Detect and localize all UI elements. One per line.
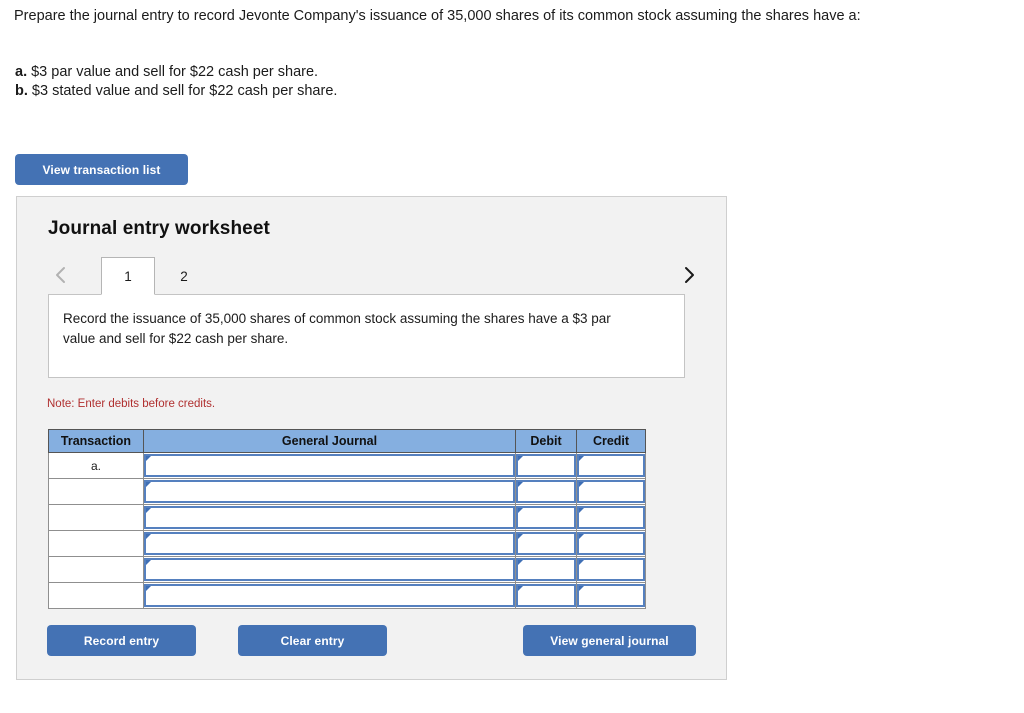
general-journal-input[interactable] [144, 506, 515, 529]
general-journal-input[interactable] [144, 532, 515, 555]
column-header-general-journal: General Journal [143, 429, 516, 453]
cell-general-journal[interactable] [143, 452, 516, 479]
credit-input[interactable] [577, 454, 645, 477]
page-root: Prepare the journal entry to record Jevo… [0, 0, 1024, 713]
worksheet-title: Journal entry worksheet [48, 218, 270, 239]
cell-transaction [48, 582, 144, 609]
cell-general-journal[interactable] [143, 504, 516, 531]
general-journal-input[interactable] [144, 558, 515, 581]
tab-entry-1-label: 1 [124, 268, 132, 284]
debit-input[interactable] [516, 532, 576, 555]
table-row [48, 530, 646, 557]
choice-key-a: a. [15, 64, 28, 80]
prev-entry-button[interactable] [47, 257, 73, 293]
column-header-debit: Debit [515, 429, 577, 453]
credit-input[interactable] [577, 558, 645, 581]
general-journal-input[interactable] [144, 584, 515, 607]
cell-credit[interactable] [576, 556, 646, 583]
credit-input[interactable] [577, 532, 645, 555]
cell-credit[interactable] [576, 582, 646, 609]
choice-text-b: $3 stated value and sell for $22 cash pe… [27, 83, 338, 99]
credit-input[interactable] [577, 506, 645, 529]
cell-debit[interactable] [515, 478, 577, 505]
question-stem: Prepare the journal entry to record Jevo… [14, 8, 861, 24]
cell-credit[interactable] [576, 478, 646, 505]
cell-transaction [48, 478, 144, 505]
chevron-left-icon [54, 265, 67, 285]
tab-entry-1[interactable]: 1 [101, 257, 155, 295]
credit-input[interactable] [577, 584, 645, 607]
cell-transaction [48, 556, 144, 583]
instruction-text: Record the issuance of 35,000 shares of … [63, 311, 611, 346]
general-journal-input[interactable] [144, 480, 515, 503]
worksheet-tabstrip: 1 2 [47, 257, 707, 295]
table-header-row: Transaction General Journal Debit Credit [48, 429, 646, 453]
cell-transaction [48, 504, 144, 531]
table-row [48, 504, 646, 531]
cell-debit[interactable] [515, 556, 577, 583]
table-row: a. [48, 452, 646, 479]
cell-transaction: a. [48, 452, 144, 479]
column-header-transaction: Transaction [48, 429, 144, 453]
column-header-credit: Credit [576, 429, 646, 453]
credit-input[interactable] [577, 480, 645, 503]
tab-entry-2[interactable]: 2 [157, 257, 211, 295]
choice-item-b: b. $3 stated value and sell for $22 cash… [15, 82, 337, 101]
cell-debit[interactable] [515, 530, 577, 557]
table-row [48, 582, 646, 609]
choice-item-a: a. $3 par value and sell for $22 cash pe… [15, 63, 337, 82]
cell-credit[interactable] [576, 504, 646, 531]
cell-general-journal[interactable] [143, 530, 516, 557]
debit-input[interactable] [516, 558, 576, 581]
debit-input[interactable] [516, 506, 576, 529]
choice-text-a: $3 par value and sell for $22 cash per s… [27, 64, 319, 80]
clear-entry-button[interactable]: Clear entry [238, 625, 387, 656]
choices-list: a. $3 par value and sell for $22 cash pe… [15, 63, 337, 101]
cell-credit[interactable] [576, 452, 646, 479]
journal-entry-table: Transaction General Journal Debit Credit… [48, 429, 646, 609]
cell-debit[interactable] [515, 582, 577, 609]
general-journal-input[interactable] [144, 454, 515, 477]
next-entry-button[interactable] [675, 257, 701, 293]
journal-entry-worksheet-panel: Journal entry worksheet 1 2 Record the i… [16, 196, 727, 680]
cell-general-journal[interactable] [143, 582, 516, 609]
debit-input[interactable] [516, 584, 576, 607]
cell-general-journal[interactable] [143, 478, 516, 505]
choice-key-b: b. [15, 83, 28, 99]
cell-transaction [48, 530, 144, 557]
debit-input[interactable] [516, 454, 576, 477]
view-general-journal-button[interactable]: View general journal [523, 625, 696, 656]
cell-general-journal[interactable] [143, 556, 516, 583]
view-transaction-list-button[interactable]: View transaction list [15, 154, 188, 185]
cell-debit[interactable] [515, 452, 577, 479]
table-row [48, 556, 646, 583]
debits-before-credits-note: Note: Enter debits before credits. [47, 398, 216, 410]
instruction-box: Record the issuance of 35,000 shares of … [48, 294, 685, 378]
table-row [48, 478, 646, 505]
chevron-right-icon [682, 265, 695, 285]
tab-entry-2-label: 2 [180, 268, 188, 284]
debit-input[interactable] [516, 480, 576, 503]
record-entry-button[interactable]: Record entry [47, 625, 196, 656]
cell-credit[interactable] [576, 530, 646, 557]
cell-debit[interactable] [515, 504, 577, 531]
